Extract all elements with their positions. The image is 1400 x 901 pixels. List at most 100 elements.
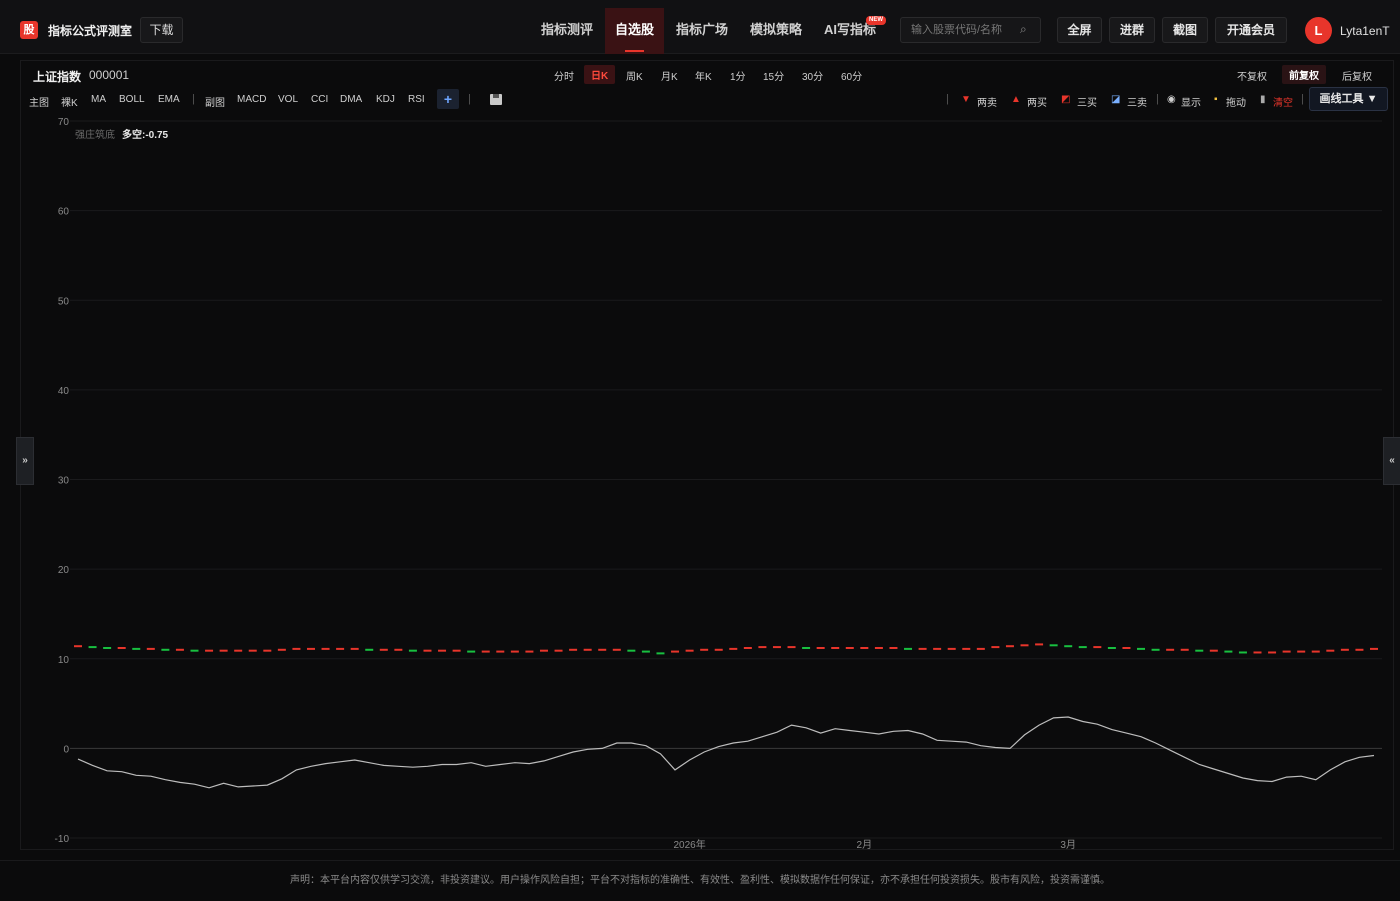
candle-mark — [481, 650, 490, 653]
candle-mark — [685, 649, 694, 652]
candle-mark — [350, 647, 359, 650]
candle-mark — [1268, 651, 1277, 654]
series-line — [77, 716, 1375, 789]
candle-mark — [510, 650, 519, 653]
candle-mark — [1151, 648, 1160, 651]
candle-mark — [365, 648, 374, 651]
candle-mark — [205, 649, 214, 652]
candle-mark — [117, 646, 126, 649]
candle-mark — [845, 646, 854, 649]
indicator-chart[interactable]: 706050403020100-102026年2月3月4月 — [0, 0, 1400, 860]
candle-mark — [962, 647, 971, 650]
candle-mark — [74, 645, 82, 648]
candle-mark — [190, 649, 199, 652]
candle-mark — [627, 649, 636, 652]
candle-mark — [671, 650, 680, 653]
candle-mark — [1005, 645, 1014, 648]
candle-mark — [1253, 651, 1262, 654]
candle-mark — [976, 647, 985, 650]
candle-mark — [1107, 646, 1116, 649]
y-tick-label: 30 — [58, 476, 70, 487]
candle-mark — [1064, 645, 1073, 648]
candle-mark — [306, 647, 315, 650]
y-tick-label: -10 — [55, 834, 70, 845]
x-tick-label: 3月 — [1060, 839, 1076, 851]
candle-mark — [438, 649, 447, 652]
candle-mark — [336, 647, 345, 650]
candle-mark — [1224, 650, 1233, 653]
candle-mark — [1180, 648, 1189, 651]
x-tick-label: 2月 — [857, 839, 873, 851]
candle-mark — [1282, 650, 1291, 653]
candle-mark — [1078, 646, 1087, 649]
candle-mark — [583, 648, 592, 651]
candle-mark — [146, 647, 155, 650]
disclaimer: 声明：本平台内容仅供学习交流，非投资建议。用户操作风险自担；平台不对指标的准确性… — [0, 860, 1400, 900]
candle-mark — [554, 649, 563, 652]
candle-mark — [175, 648, 184, 651]
candle-mark — [831, 646, 840, 649]
candle-mark — [700, 648, 709, 651]
y-tick-label: 50 — [58, 296, 70, 307]
candle-mark — [802, 646, 811, 649]
candle-mark — [641, 650, 650, 653]
candle-mark — [612, 648, 621, 651]
y-tick-label: 70 — [58, 117, 70, 128]
candle-mark — [816, 646, 825, 649]
candle-mark — [219, 649, 228, 652]
candle-mark — [1137, 647, 1146, 650]
candle-mark — [729, 647, 738, 650]
y-tick-label: 20 — [58, 565, 70, 576]
candle-mark — [656, 652, 665, 655]
candle-mark — [539, 649, 548, 652]
candle-mark — [1326, 649, 1335, 652]
candle-mark — [904, 647, 913, 650]
candle-mark — [103, 646, 112, 649]
y-tick-label: 10 — [58, 655, 70, 666]
candle-mark — [1297, 650, 1306, 653]
candle-mark — [496, 650, 505, 653]
candle-mark — [772, 646, 781, 649]
candle-mark — [1340, 648, 1349, 651]
candle-mark — [1311, 650, 1320, 653]
candle-mark — [569, 648, 578, 651]
candle-mark — [321, 647, 330, 650]
candle-mark — [248, 649, 257, 652]
indicator-value: 多空:-0.75 — [122, 130, 169, 141]
candle-mark — [408, 649, 417, 652]
candle-mark — [918, 647, 927, 650]
candle-mark — [991, 646, 1000, 649]
candle-mark — [1370, 647, 1378, 650]
candle-mark — [1035, 643, 1044, 646]
candle-mark — [758, 646, 767, 649]
candle-mark — [714, 648, 723, 651]
candle-mark — [1122, 646, 1131, 649]
candle-mark — [1049, 644, 1058, 647]
candle-mark — [1195, 649, 1204, 652]
candle-mark — [132, 647, 141, 650]
candle-mark — [525, 650, 534, 653]
candle-mark — [1093, 646, 1102, 649]
candle-mark — [889, 646, 898, 649]
y-tick-label: 40 — [58, 386, 70, 397]
y-tick-label: 60 — [58, 207, 70, 218]
candle-mark — [423, 649, 432, 652]
candle-mark — [1166, 648, 1175, 651]
candle-mark — [598, 648, 607, 651]
candle-mark — [452, 649, 461, 652]
candle-mark — [933, 647, 942, 650]
candle-mark — [161, 648, 170, 651]
candle-mark — [947, 647, 956, 650]
candle-mark — [1355, 648, 1364, 651]
candle-mark — [379, 648, 388, 651]
indicator-name: 强庄筑底 — [75, 130, 115, 141]
candle-mark — [743, 646, 752, 649]
candle-mark — [1020, 644, 1029, 647]
candle-mark — [292, 647, 301, 650]
candle-mark — [88, 646, 97, 649]
candle-mark — [467, 650, 476, 653]
candle-mark — [860, 646, 869, 649]
candle-mark — [277, 648, 286, 651]
x-tick-label: 2026年 — [673, 838, 705, 851]
candle-mark — [234, 649, 243, 652]
